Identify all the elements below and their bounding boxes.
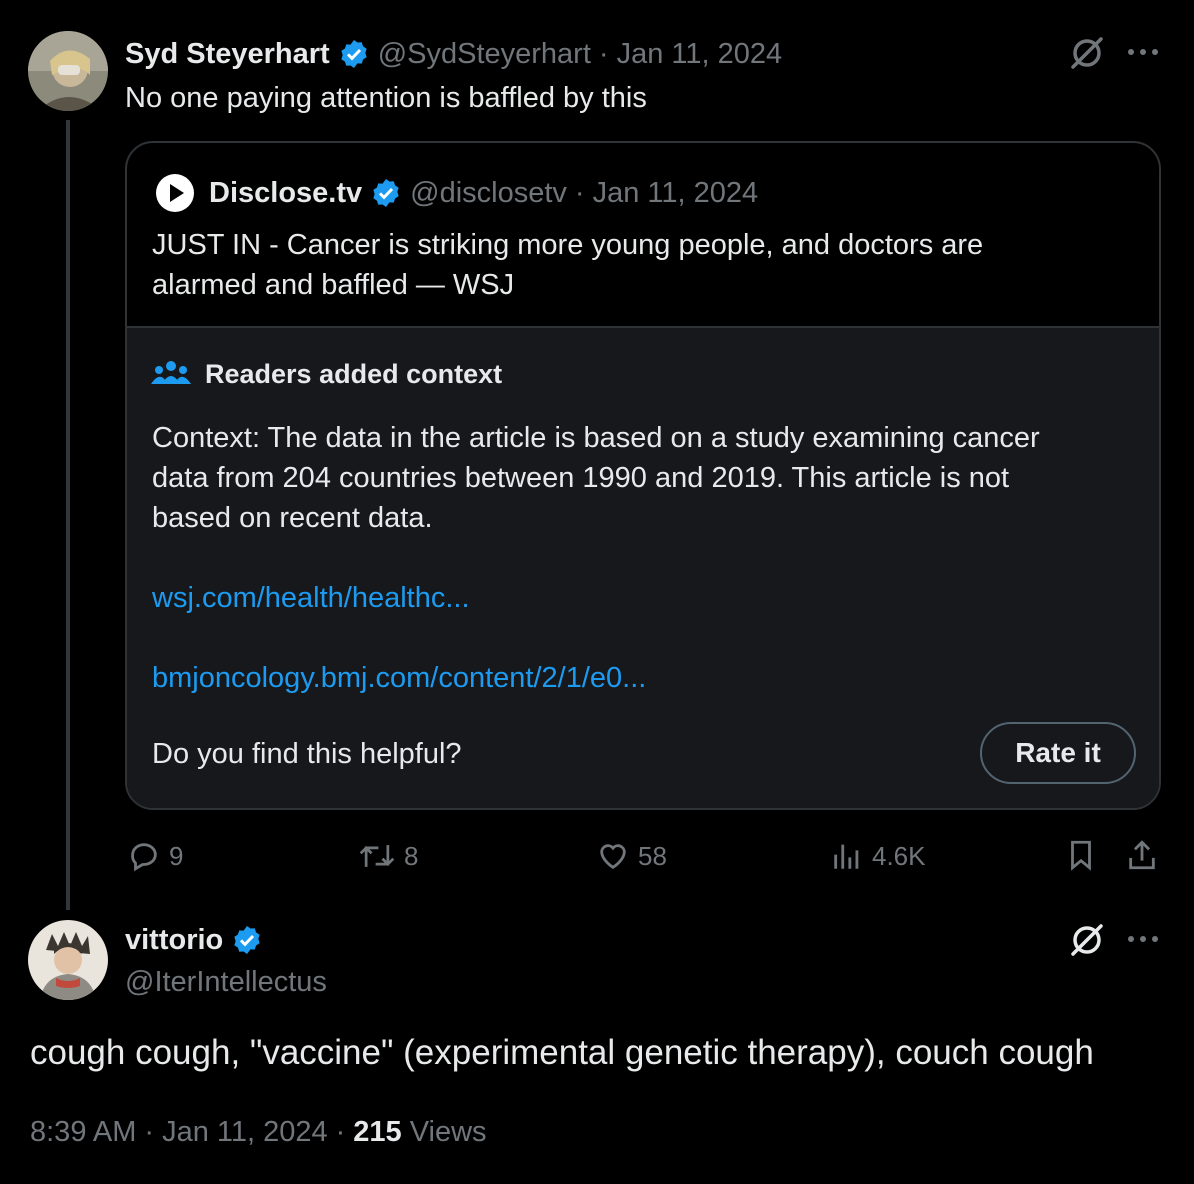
context-link-bmj[interactable]: bmjoncology.bmj.com/content/2/1/e0... (152, 658, 646, 698)
rate-it-button[interactable]: Rate it (980, 722, 1136, 784)
quoted-tweet-card[interactable]: Disclose.tv @disclosetv · Jan 11, 2024 J… (125, 141, 1161, 810)
tweet1-header: Syd Steyerhart @SydSteyerhart · Jan 11, … (125, 34, 782, 74)
separator-dot: · (598, 37, 609, 70)
people-icon (151, 361, 191, 384)
views-button[interactable]: 4.6K (830, 836, 926, 876)
quote-header: Disclose.tv @disclosetv · Jan 11, 2024 (155, 173, 758, 213)
thread-line (66, 120, 70, 910)
more-options-icon[interactable] (1126, 44, 1160, 60)
tweet1-date[interactable]: Jan 11, 2024 (617, 38, 783, 71)
reply-icon (131, 843, 157, 872)
context-header: Readers added context (151, 354, 502, 394)
repost-icon (359, 845, 395, 867)
quote-text-line-1: JUST IN - Cancer is striking more young … (152, 229, 984, 261)
quote-date[interactable]: Jan 11, 2024 (593, 177, 759, 210)
grok-icon[interactable] (1067, 33, 1107, 73)
share-icon[interactable] (1125, 837, 1159, 873)
repost-button[interactable]: 8 (358, 836, 418, 876)
reply-button[interactable]: 9 (127, 836, 183, 876)
repost-count: 8 (404, 840, 419, 871)
tweet2-time[interactable]: 8:39 AM (30, 1116, 136, 1149)
tweet2-views-label: Views (409, 1115, 487, 1148)
quote-author-name[interactable]: Disclose.tv (209, 177, 362, 210)
quote-author-handle[interactable]: @disclosetv (410, 177, 567, 210)
verified-badge-icon (234, 926, 260, 954)
rate-it-label: Rate it (1015, 737, 1101, 768)
tweet2-author-handle[interactable]: @IterIntellectus (125, 962, 327, 1002)
analytics-icon (834, 844, 859, 869)
avatar-vittorio[interactable] (28, 920, 108, 1000)
verified-badge-icon (341, 40, 367, 68)
reply-count: 9 (169, 840, 184, 871)
tweet1-author-handle[interactable]: @SydSteyerhart (378, 38, 591, 71)
heart-icon (600, 844, 626, 870)
helpful-question: Do you find this helpful? (152, 738, 462, 770)
like-button[interactable]: 58 (596, 836, 667, 876)
readers-context-panel: Readers added context Context: The data … (127, 326, 1159, 808)
quote-text-line-2: alarmed and baffled — WSJ (152, 269, 515, 301)
tweet2-date[interactable]: Jan 11, 2024 (162, 1116, 328, 1149)
disclose-logo-icon (156, 174, 194, 212)
grok-icon[interactable] (1067, 920, 1107, 960)
tweet2-author-name[interactable]: vittorio (125, 924, 223, 957)
like-count: 58 (638, 840, 667, 871)
bookmark-icon[interactable] (1064, 837, 1098, 873)
tweet2-text: cough cough, "vaccine" (experimental gen… (30, 1033, 1094, 1072)
avatar-syd[interactable] (28, 31, 108, 111)
context-line-3: based on recent data. (152, 502, 433, 534)
separator-dot: · (574, 176, 585, 209)
context-line-1: Context: The data in the article is base… (152, 422, 1040, 454)
verified-badge-icon (373, 179, 399, 207)
tweet1-text: No one paying attention is baffled by th… (125, 82, 647, 114)
separator-dot: · (335, 1115, 346, 1148)
context-line-2: data from 204 countries between 1990 and… (152, 462, 1010, 494)
view-count: 4.6K (872, 840, 926, 871)
tweet1-author-name[interactable]: Syd Steyerhart (125, 38, 330, 71)
context-link-wsj[interactable]: wsj.com/health/healthc... (152, 578, 470, 618)
separator-dot: · (144, 1115, 155, 1148)
context-title: Readers added context (205, 358, 503, 389)
more-options-icon[interactable] (1126, 931, 1160, 947)
tweet2-header: vittorio (125, 920, 263, 960)
tweet2-views-count: 215 (353, 1115, 402, 1148)
tweet2-meta: 8:39 AM · Jan 11, 2024 · 215 Views (30, 1112, 487, 1152)
